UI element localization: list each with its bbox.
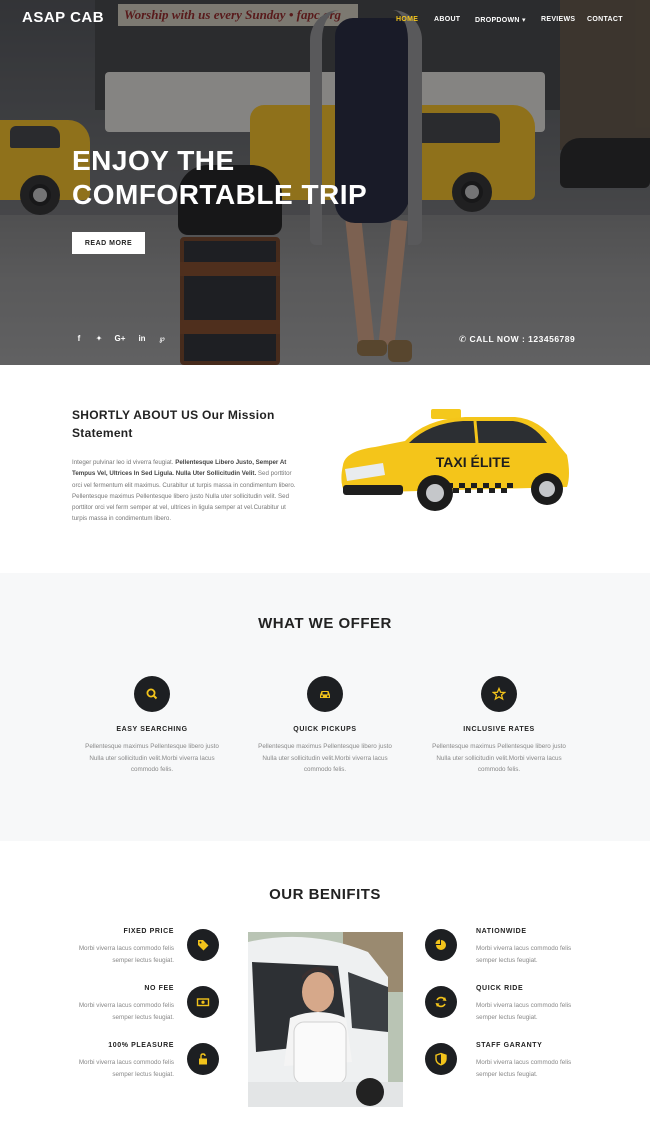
- nav-reviews[interactable]: REVIEWS: [541, 16, 575, 23]
- benefit-heading: NATIONWIDE: [476, 928, 527, 935]
- offer-text: Pellentesque maximus Pellentesque libero…: [85, 743, 219, 773]
- benefit-pleasure: 100% PLEASURE Morbi viverra lacus commod…: [64, 1042, 174, 1080]
- benefit-staff-garanty: STAFF GARANTY Morbi viverra lacus commod…: [476, 1042, 586, 1080]
- benefit-text: Morbi viverra lacus commodo felis semper…: [476, 945, 572, 964]
- refresh-icon: [425, 986, 457, 1018]
- benefit-quick-ride: QUICK RIDE Morbi viverra lacus commodo f…: [476, 985, 586, 1023]
- benefit-heading: STAFF GARANTY: [476, 1042, 543, 1049]
- unlock-icon: [187, 1043, 219, 1075]
- about-text: Integer pulvinar leo id viverra feugiat.…: [72, 459, 296, 523]
- benefit-text: Morbi viverra lacus commodo felis semper…: [476, 1059, 572, 1078]
- linkedin-icon[interactable]: in: [135, 334, 149, 343]
- benefit-text: Morbi viverra lacus commodo felis semper…: [78, 1002, 174, 1021]
- benefit-no-fee: NO FEE Morbi viverra lacus commodo felis…: [64, 985, 174, 1023]
- offer-title: WHAT WE OFFER: [258, 615, 392, 632]
- benefit-heading: FIXED PRICE: [123, 928, 174, 935]
- benefit-text: Morbi viverra lacus commodo felis semper…: [78, 945, 174, 964]
- nav-home[interactable]: HOME: [396, 16, 418, 23]
- driver-photo: [248, 932, 403, 1107]
- taxi-image: TAXI ÉLITE: [341, 409, 569, 511]
- offer-heading: INCLUSIVE RATES: [463, 726, 535, 733]
- taxi-sign-text: TAXI ÉLITE: [436, 454, 510, 470]
- offer-text: Pellentesque maximus Pellentesque libero…: [258, 743, 392, 773]
- shield-icon: [425, 1043, 457, 1075]
- benefit-heading: QUICK RIDE: [476, 985, 524, 992]
- hero-title-line2: COMFORTABLE TRIP: [72, 179, 368, 210]
- taxi-roof-sign: [431, 409, 461, 419]
- benefit-text: Morbi viverra lacus commodo felis semper…: [78, 1059, 174, 1078]
- car-icon: [307, 676, 343, 712]
- read-more-button[interactable]: READ MORE: [72, 232, 145, 254]
- facebook-icon[interactable]: f: [72, 334, 86, 343]
- benefit-nationwide: NATIONWIDE Morbi viverra lacus commodo f…: [476, 928, 586, 966]
- star-icon: [481, 676, 517, 712]
- benefit-fixed-price: FIXED PRICE Morbi viverra lacus commodo …: [64, 928, 174, 966]
- offer-item-easy-searching: EASY SEARCHING Pellentesque maximus Pell…: [77, 676, 227, 776]
- brand-logo[interactable]: ASAP CAB: [22, 9, 104, 26]
- nav-contact[interactable]: CONTACT: [587, 16, 623, 23]
- tag-icon: [187, 929, 219, 961]
- about-title: SHORTLY ABOUT US Our Mission Statement: [72, 408, 275, 440]
- nav-about[interactable]: ABOUT: [434, 16, 460, 23]
- benefit-heading: NO FEE: [144, 985, 174, 992]
- offer-item-inclusive-rates: INCLUSIVE RATES Pellentesque maximus Pel…: [424, 676, 574, 776]
- hero-title-line1: ENJOY THE: [72, 145, 235, 176]
- google-plus-icon[interactable]: G+: [113, 334, 127, 343]
- offer-text: Pellentesque maximus Pellentesque libero…: [432, 743, 566, 773]
- hero-title: ENJOY THE COMFORTABLE TRIP: [72, 144, 412, 212]
- offer-heading: EASY SEARCHING: [116, 726, 188, 733]
- benefit-heading: 100% PLEASURE: [108, 1042, 174, 1049]
- call-now[interactable]: ✆ CALL NOW : 123456789: [459, 334, 575, 345]
- benefits-title: OUR BENIFITS: [269, 886, 381, 903]
- offer-heading: QUICK PICKUPS: [293, 726, 357, 733]
- pinterest-icon[interactable]: ℘: [155, 334, 169, 343]
- nav-dropdown[interactable]: DROPDOWN ▾: [475, 16, 526, 24]
- pie-chart-icon: [425, 929, 457, 961]
- benefit-text: Morbi viverra lacus commodo felis semper…: [476, 1002, 572, 1021]
- search-icon: [134, 676, 170, 712]
- money-icon: [187, 986, 219, 1018]
- offer-item-quick-pickups: QUICK PICKUPS Pellentesque maximus Pelle…: [250, 676, 400, 776]
- twitter-icon[interactable]: ✦: [92, 334, 106, 343]
